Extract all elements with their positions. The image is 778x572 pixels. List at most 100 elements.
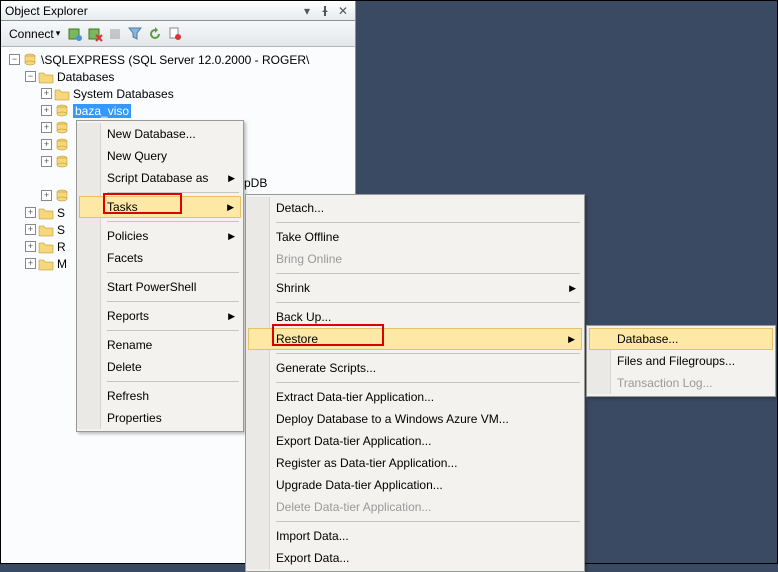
selected-db-label: baza_viso [73, 104, 131, 118]
submenu-restore: Database... Files and Filegroups... Tran… [586, 325, 776, 397]
refresh-icon[interactable] [146, 25, 164, 43]
disconnect-server-icon[interactable] [86, 25, 104, 43]
connect-label: Connect [9, 27, 54, 41]
menu-separator [107, 221, 239, 222]
connect-server-icon[interactable] [66, 25, 84, 43]
submenu-arrow-icon: ▶ [228, 311, 235, 322]
partial-label: S [57, 223, 65, 237]
submenu-arrow-icon: ▶ [227, 202, 234, 213]
folder-icon [54, 86, 70, 102]
database-icon [54, 137, 70, 153]
menu-shrink[interactable]: Shrink▶ [248, 277, 582, 299]
menu-back-up[interactable]: Back Up... [248, 306, 582, 328]
menu-start-powershell[interactable]: Start PowerShell [79, 276, 241, 298]
expand-icon[interactable]: + [25, 258, 36, 269]
menu-separator [276, 521, 580, 522]
menu-separator [276, 222, 580, 223]
expand-icon[interactable]: + [41, 156, 52, 167]
menu-separator [107, 272, 239, 273]
expand-icon[interactable]: + [41, 105, 52, 116]
expand-icon[interactable]: + [25, 207, 36, 218]
menu-reports[interactable]: Reports▶ [79, 305, 241, 327]
submenu-tasks: Detach... Take Offline Bring Online Shri… [245, 194, 585, 572]
filter-icon[interactable] [126, 25, 144, 43]
menu-deploy-azure[interactable]: Deploy Database to a Windows Azure VM... [248, 408, 582, 430]
panel-title-text: Object Explorer [5, 4, 299, 18]
database-icon [54, 120, 70, 136]
menu-export-datatier[interactable]: Export Data-tier Application... [248, 430, 582, 452]
menu-export-data[interactable]: Export Data... [248, 547, 582, 569]
menu-separator [107, 330, 239, 331]
menu-register-datatier[interactable]: Register as Data-tier Application... [248, 452, 582, 474]
connect-button[interactable]: Connect ▾ [5, 25, 64, 43]
submenu-arrow-icon: ▶ [228, 173, 235, 184]
menu-import-data[interactable]: Import Data... [248, 525, 582, 547]
menu-new-query[interactable]: New Query [79, 145, 241, 167]
menu-properties[interactable]: Properties [79, 407, 241, 429]
behind-label: pDB [244, 176, 267, 190]
menu-separator [276, 273, 580, 274]
menu-tasks[interactable]: Tasks▶ [79, 196, 241, 218]
submenu-arrow-icon: ▶ [569, 283, 576, 294]
menu-separator [276, 353, 580, 354]
stop-icon [106, 25, 124, 43]
menu-extract-datatier[interactable]: Extract Data-tier Application... [248, 386, 582, 408]
menu-delete[interactable]: Delete [79, 356, 241, 378]
menu-separator [107, 301, 239, 302]
menu-separator [276, 382, 580, 383]
menu-facets[interactable]: Facets [79, 247, 241, 269]
menu-bring-online: Bring Online [248, 248, 582, 270]
tree-server-row[interactable]: − \SQLEXPRESS (SQL Server 12.0.2000 - RO… [5, 51, 355, 68]
expand-icon[interactable]: + [41, 139, 52, 150]
menu-script-database[interactable]: Script Database as▶ [79, 167, 241, 189]
database-icon [54, 188, 70, 204]
menu-refresh[interactable]: Refresh [79, 385, 241, 407]
systemdb-label: System Databases [73, 87, 174, 101]
menu-new-database[interactable]: New Database... [79, 123, 241, 145]
menu-detach[interactable]: Detach... [248, 197, 582, 219]
menu-upgrade-datatier[interactable]: Upgrade Data-tier Application... [248, 474, 582, 496]
expand-icon[interactable]: + [41, 190, 52, 201]
tree-databases-row[interactable]: − Databases [5, 68, 355, 85]
server-icon [22, 52, 38, 68]
context-menu-database: New Database... New Query Script Databas… [76, 120, 244, 432]
close-icon[interactable]: ✕ [335, 3, 351, 19]
dropdown-arrow-icon[interactable]: ▾ [299, 3, 315, 19]
submenu-arrow-icon: ▶ [568, 334, 575, 345]
pin-icon[interactable] [317, 3, 333, 19]
folder-icon [38, 69, 54, 85]
collapse-icon[interactable]: − [25, 71, 36, 82]
menu-separator [276, 302, 580, 303]
collapse-icon[interactable]: − [9, 54, 20, 65]
submenu-arrow-icon: ▶ [228, 231, 235, 242]
server-label: \SQLEXPRESS (SQL Server 12.0.2000 - ROGE… [41, 53, 309, 67]
databases-label: Databases [57, 70, 114, 84]
menu-separator [107, 381, 239, 382]
expand-icon[interactable]: + [25, 224, 36, 235]
partial-label: R [57, 240, 66, 254]
expand-icon[interactable]: + [41, 88, 52, 99]
menu-rename[interactable]: Rename [79, 334, 241, 356]
tree-systemdb-row[interactable]: + System Databases [5, 85, 355, 102]
folder-icon [38, 239, 54, 255]
menu-take-offline[interactable]: Take Offline [248, 226, 582, 248]
expand-icon[interactable]: + [41, 122, 52, 133]
menu-restore[interactable]: Restore▶ [248, 328, 582, 350]
expand-icon[interactable]: + [25, 241, 36, 252]
chevron-down-icon: ▾ [56, 28, 61, 39]
menu-restore-files[interactable]: Files and Filegroups... [589, 350, 773, 372]
folder-icon [38, 256, 54, 272]
menu-delete-datatier: Delete Data-tier Application... [248, 496, 582, 518]
database-icon [54, 103, 70, 119]
partial-label: M [57, 257, 67, 271]
menu-restore-database[interactable]: Database... [589, 328, 773, 350]
folder-icon [38, 205, 54, 221]
menu-policies[interactable]: Policies▶ [79, 225, 241, 247]
folder-icon [38, 222, 54, 238]
menu-generate-scripts[interactable]: Generate Scripts... [248, 357, 582, 379]
menu-restore-transaction-log: Transaction Log... [589, 372, 773, 394]
panel-titlebar: Object Explorer ▾ ✕ [1, 1, 355, 21]
script-icon[interactable] [166, 25, 184, 43]
tree-selected-db-row[interactable]: + baza_viso [5, 102, 355, 119]
partial-label: S [57, 206, 65, 220]
